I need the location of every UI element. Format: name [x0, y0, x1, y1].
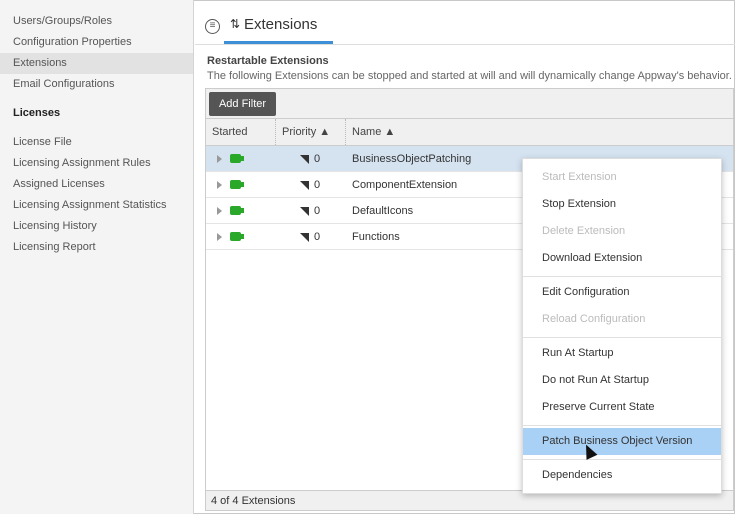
header: ≡ ⇅ Extensions: [195, 0, 735, 45]
sidebar-item-licensing-assignment-rules[interactable]: Licensing Assignment Rules: [0, 153, 193, 174]
menu-item-patch-business-object-version[interactable]: Patch Business Object Version: [523, 428, 721, 455]
sidebar: Users/Groups/Roles Configuration Propert…: [0, 0, 194, 514]
expand-icon[interactable]: [217, 155, 222, 163]
sidebar-item-license-file[interactable]: License File: [0, 132, 193, 153]
tab-label: Extensions: [244, 16, 318, 33]
grid-header: Started Priority ▲ Name ▲: [206, 119, 733, 146]
plugin-icon: [230, 232, 244, 241]
extension-name: Functions: [352, 231, 400, 243]
tab-extensions[interactable]: ⇅ Extensions: [224, 0, 333, 44]
priority-icon: [300, 233, 309, 242]
plugin-icon: [230, 154, 244, 163]
expand-icon[interactable]: [217, 181, 222, 189]
column-started[interactable]: Started: [206, 119, 276, 145]
menu-separator: [523, 337, 721, 338]
sidebar-item-licensing-history[interactable]: Licensing History: [0, 216, 193, 237]
menu-item-edit-configuration[interactable]: Edit Configuration: [523, 279, 721, 306]
context-menu: Start Extension Stop Extension Delete Ex…: [522, 158, 722, 494]
menu-separator: [523, 459, 721, 460]
menu-item-start-extension: Start Extension: [542, 171, 617, 183]
expand-icon[interactable]: [217, 233, 222, 241]
extension-name: ComponentExtension: [352, 179, 458, 191]
priority-icon: [300, 207, 309, 216]
refresh-icon: ⇅: [230, 17, 241, 31]
priority-icon: [300, 181, 309, 190]
plugin-icon: [230, 180, 244, 189]
plugin-icon: [230, 206, 244, 215]
column-priority[interactable]: Priority ▲: [276, 119, 346, 145]
menu-item-dependencies[interactable]: Dependencies: [523, 462, 721, 489]
priority-value: 0: [314, 231, 321, 243]
extension-name: DefaultIcons: [352, 205, 414, 217]
sidebar-item-licensing-report[interactable]: Licensing Report: [0, 237, 193, 258]
menu-item-do-not-run-at-startup[interactable]: Do not Run At Startup: [523, 367, 721, 394]
sidebar-item-licensing-assignment-statistics[interactable]: Licensing Assignment Statistics: [0, 195, 193, 216]
menu-icon[interactable]: ≡: [205, 19, 220, 34]
expand-icon[interactable]: [217, 207, 222, 215]
menu-item-preserve-current-state[interactable]: Preserve Current State: [523, 394, 721, 421]
priority-value: 0: [314, 153, 321, 165]
menu-separator: [523, 425, 721, 426]
menu-item-run-at-startup[interactable]: Run At Startup: [523, 340, 721, 367]
extension-name: BusinessObjectPatching: [352, 153, 472, 165]
sidebar-section-licenses: Licenses: [13, 107, 61, 119]
menu-item-stop-extension[interactable]: Stop Extension: [523, 191, 721, 218]
sidebar-item-configuration-properties[interactable]: Configuration Properties: [0, 32, 193, 53]
column-name[interactable]: Name ▲: [346, 119, 735, 145]
priority-value: 0: [314, 179, 321, 191]
sidebar-item-extensions[interactable]: Extensions: [0, 53, 193, 74]
priority-value: 0: [314, 205, 321, 217]
sidebar-item-users-groups-roles[interactable]: Users/Groups/Roles: [0, 11, 193, 32]
section-description: The following Extensions can be stopped …: [207, 70, 732, 82]
sidebar-item-assigned-licenses[interactable]: Assigned Licenses: [0, 174, 193, 195]
sidebar-item-email-configurations[interactable]: Email Configurations: [0, 74, 193, 95]
menu-item-delete-extension: Delete Extension: [542, 225, 626, 237]
section-title: Restartable Extensions: [207, 55, 329, 67]
add-filter-button[interactable]: Add Filter: [209, 92, 276, 116]
menu-item-download-extension[interactable]: Download Extension: [523, 245, 721, 272]
priority-icon: [300, 155, 309, 164]
grid-toolbar: Add Filter: [206, 89, 733, 119]
menu-separator: [523, 276, 721, 277]
menu-item-reload-configuration: Reload Configuration: [542, 313, 646, 325]
